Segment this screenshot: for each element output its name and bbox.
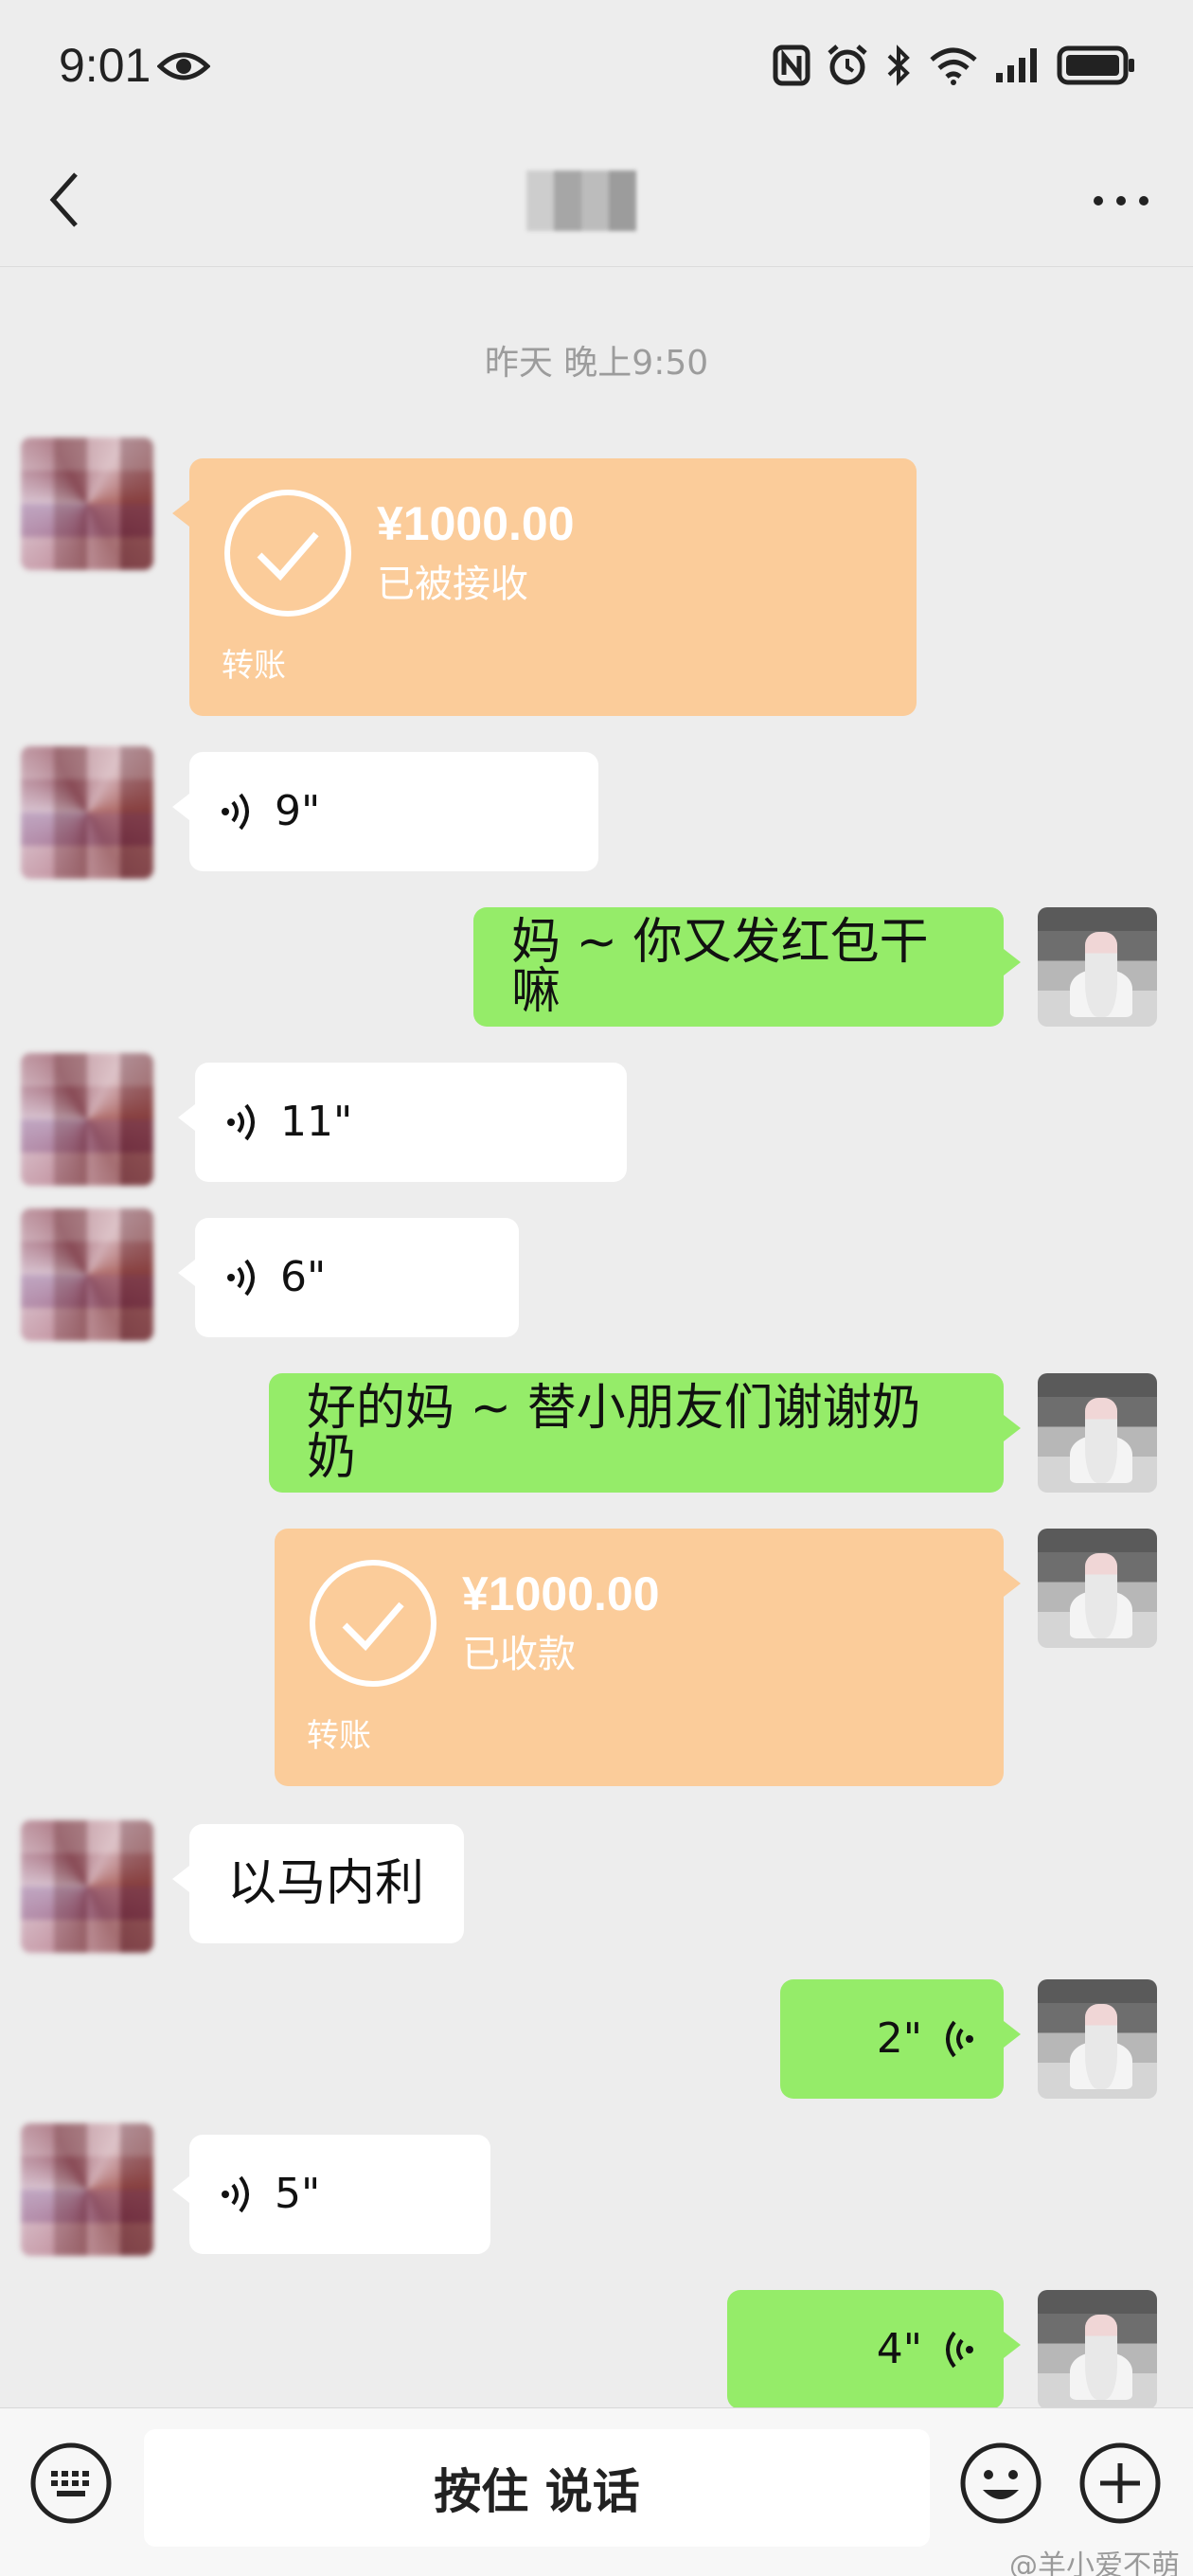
- battery-icon: [1057, 45, 1134, 85]
- transfer-amount: ¥1000.00: [377, 497, 575, 550]
- chat-title-blurred: [526, 170, 636, 231]
- text-message[interactable]: 好的妈 ~ 替小朋友们谢谢奶奶: [269, 1373, 1021, 1493]
- chat-area[interactable]: 昨天 晚上9:50 ¥1000.00 已被接收 转账 9" 妈 ~ 你又发红包干…: [0, 267, 1193, 2409]
- voice-duration: 6": [280, 1253, 327, 1301]
- text-message[interactable]: 以马内利: [172, 1824, 464, 1943]
- contact-avatar[interactable]: [21, 1208, 153, 1341]
- voice-duration: 4": [876, 2325, 922, 2373]
- keyboard-icon[interactable]: [28, 2441, 114, 2526]
- voice-message[interactable]: 2": [780, 1979, 1021, 2099]
- voice-duration: 5": [275, 2170, 321, 2218]
- eye-icon: [157, 52, 210, 80]
- more-button[interactable]: [1091, 189, 1151, 212]
- watermark: @羊小爱不萌: [1009, 2542, 1180, 2576]
- watermark-text: @羊小爱不萌: [1009, 2549, 1180, 2576]
- transfer-label: 转账: [307, 1717, 371, 1755]
- transfer-amount: ¥1000.00: [462, 1567, 660, 1620]
- voice-duration: 9": [275, 787, 321, 835]
- message-text: 以马内利: [227, 1855, 425, 1912]
- voice-message[interactable]: 6": [178, 1218, 519, 1337]
- transfer-status: 已被接收: [377, 563, 528, 606]
- contact-avatar[interactable]: [21, 1820, 153, 1953]
- my-avatar[interactable]: [1038, 2290, 1157, 2409]
- transfer-label: 转账: [222, 647, 286, 685]
- voice-duration: 11": [280, 1098, 353, 1146]
- contact-avatar[interactable]: [21, 438, 153, 570]
- contact-avatar[interactable]: [21, 746, 153, 879]
- text-message[interactable]: 妈 ~ 你又发红包干嘛: [473, 907, 1021, 1027]
- voice-message[interactable]: 5": [172, 2135, 490, 2254]
- voice-wave-icon: [227, 1103, 255, 1141]
- message-text: 好的妈 ~ 替小朋友们谢谢奶奶: [307, 1380, 921, 1486]
- voice-wave-icon: [222, 793, 249, 831]
- voice-wave-icon: [222, 2175, 249, 2213]
- my-avatar[interactable]: [1038, 1373, 1157, 1493]
- voice-wave-icon: [946, 2020, 973, 2058]
- transfer-card[interactable]: ¥1000.00 已被接收 转账: [172, 458, 917, 716]
- bluetooth-icon: [887, 45, 910, 86]
- status-bar: 9:01: [0, 0, 1193, 133]
- alarm-icon: [828, 45, 867, 85]
- signal-icon: [996, 48, 1037, 82]
- plus-circle-icon[interactable]: [1077, 2441, 1163, 2526]
- back-button[interactable]: [38, 165, 91, 235]
- hold-to-talk-button[interactable]: 按住 说话: [144, 2429, 930, 2547]
- message-text: 妈 ~ 你又发红包干嘛: [511, 914, 929, 1020]
- check-circle-icon: [310, 1560, 436, 1687]
- transfer-status: 已收款: [462, 1633, 576, 1676]
- voice-wave-icon: [946, 2331, 973, 2369]
- emoji-icon[interactable]: [958, 2441, 1043, 2526]
- status-time: 9:01: [59, 39, 151, 92]
- contact-avatar[interactable]: [21, 2123, 153, 2256]
- nav-bar: [0, 133, 1193, 267]
- voice-message[interactable]: 9": [172, 752, 598, 871]
- my-avatar[interactable]: [1038, 907, 1157, 1027]
- contact-avatar[interactable]: [21, 1053, 153, 1186]
- wifi-6-icon: [930, 47, 977, 85]
- voice-message[interactable]: 11": [178, 1063, 627, 1182]
- voice-message[interactable]: 4": [727, 2290, 1021, 2409]
- my-avatar[interactable]: [1038, 1979, 1157, 2099]
- voice-wave-icon: [227, 1259, 255, 1297]
- message-timestamp: 昨天 晚上9:50: [484, 344, 709, 383]
- check-circle-icon: [224, 490, 351, 617]
- voice-duration: 2": [876, 2014, 922, 2063]
- my-avatar[interactable]: [1038, 1529, 1157, 1648]
- nfc-icon: [773, 45, 810, 86]
- transfer-card[interactable]: ¥1000.00 已收款 转账: [275, 1529, 1021, 1786]
